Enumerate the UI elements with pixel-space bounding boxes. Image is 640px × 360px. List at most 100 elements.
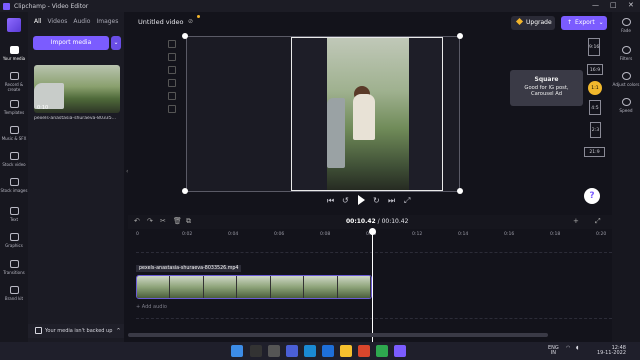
skip-back-icon[interactable]: ⏮ xyxy=(327,196,334,206)
video-clip[interactable] xyxy=(136,275,372,299)
widgets-icon[interactable] xyxy=(286,345,298,357)
prop-fade[interactable]: Fade xyxy=(612,18,640,33)
forward-5s-icon[interactable]: ↻ xyxy=(373,196,380,205)
upgrade-button[interactable]: Upgrade xyxy=(511,16,555,30)
nav-stock-video[interactable]: Stock video xyxy=(0,152,28,167)
start-icon[interactable] xyxy=(231,345,243,357)
tab-all[interactable]: All xyxy=(34,18,41,25)
adjust-colors-icon xyxy=(621,72,631,80)
store-icon[interactable] xyxy=(322,345,334,357)
resize-handle-top-left[interactable] xyxy=(182,33,188,39)
zoom-in-icon[interactable]: + xyxy=(573,217,579,225)
clip-frame xyxy=(337,276,371,298)
ruler-tick: 0:16 xyxy=(504,232,515,237)
cloud-sync-icon[interactable]: ⊘ xyxy=(188,18,193,25)
brand-logo-icon xyxy=(7,18,21,32)
export-button[interactable]: ↑ Export ⌄ xyxy=(561,16,607,30)
nav-record-create[interactable]: Record & create xyxy=(0,72,28,92)
skip-forward-icon[interactable]: ⏭ xyxy=(388,196,395,206)
add-audio-track[interactable]: + Add audio xyxy=(136,304,366,313)
resize-handle-bottom-right[interactable] xyxy=(457,188,463,194)
prop-adjust-colors[interactable]: Adjust colors xyxy=(612,72,640,87)
aspect-4-5[interactable]: 4:5 xyxy=(589,100,601,115)
office-icon[interactable] xyxy=(358,345,370,357)
rotate-tool-icon[interactable] xyxy=(168,79,176,87)
volume-icon[interactable]: ◖ xyxy=(576,346,579,351)
nav-music-sfx[interactable]: Music & SFX xyxy=(0,126,28,141)
window-titlebar: Clipchamp - Video Editor — □ ✕ xyxy=(0,0,640,12)
import-media-button[interactable]: Import media xyxy=(33,36,109,50)
aspect-2-3[interactable]: 2:3 xyxy=(590,122,601,138)
flip-tool-icon[interactable] xyxy=(168,66,176,74)
stock-video-icon xyxy=(9,152,19,160)
clipchamp-logo-icon xyxy=(3,2,10,10)
fit-tool-icon[interactable] xyxy=(168,53,176,61)
delete-icon[interactable]: 🗑 xyxy=(173,217,182,225)
zoom-fit-icon[interactable]: ⤢ xyxy=(595,217,601,226)
clock[interactable]: 12:48 19-11-2022 xyxy=(590,346,626,356)
upload-icon: ↑ xyxy=(567,19,573,26)
language-indicator[interactable]: ENG IN xyxy=(548,346,559,356)
rewind-5s-icon[interactable]: ↺ xyxy=(342,196,349,205)
play-button[interactable] xyxy=(358,195,365,205)
nav-your-media[interactable]: Your media xyxy=(0,46,28,61)
task-view-icon[interactable] xyxy=(268,345,280,357)
ruler-tick: 0:04 xyxy=(228,232,239,237)
text-icon xyxy=(9,207,19,215)
undo-icon[interactable]: ↶ xyxy=(134,217,140,225)
minimize-icon[interactable]: — xyxy=(592,1,599,9)
video-preview[interactable] xyxy=(291,37,443,191)
playhead[interactable] xyxy=(372,230,373,342)
clip-filename: pexels-anastasia-shuraeva-8033526.mp4 xyxy=(136,265,242,272)
nav-brand-kit[interactable]: Brand kit xyxy=(0,286,28,301)
preview-tools xyxy=(168,40,176,118)
crop-tool-icon[interactable] xyxy=(168,40,176,48)
prop-speed[interactable]: Speed xyxy=(612,98,640,113)
collapse-panel-icon[interactable]: ‹ xyxy=(126,168,128,175)
shield-icon xyxy=(35,327,42,334)
search-icon[interactable] xyxy=(250,345,262,357)
close-icon[interactable]: ✕ xyxy=(628,1,634,9)
backup-notice[interactable]: Your media isn't backed up ^ xyxy=(28,324,124,338)
templates-icon xyxy=(9,100,19,108)
ruler-tick: 0:08 xyxy=(320,232,331,237)
person-body-shape xyxy=(353,94,375,140)
split-icon[interactable]: ✂ xyxy=(160,217,166,225)
video-frame xyxy=(327,38,409,190)
media-thumbnail[interactable]: 0:10 xyxy=(34,65,120,113)
import-dropdown-button[interactable]: ⌄ xyxy=(111,36,121,50)
nav-templates[interactable]: Templates xyxy=(0,100,28,115)
help-button[interactable]: ? xyxy=(584,188,600,204)
tab-videos[interactable]: Videos xyxy=(47,18,67,25)
prop-filters[interactable]: Filters xyxy=(612,46,640,61)
aspect-21-9[interactable]: 21:9 xyxy=(584,147,605,157)
nav-transitions[interactable]: Transitions xyxy=(0,260,28,275)
nav-graphics[interactable]: Graphics xyxy=(0,233,28,248)
media-tabs: All Videos Audio Images xyxy=(34,18,118,25)
resize-handle-top-right[interactable] xyxy=(457,33,463,39)
nav-stock-images[interactable]: Stock images xyxy=(0,178,28,193)
duplicate-icon[interactable]: ⧉ xyxy=(186,217,191,226)
nav-text[interactable]: Text xyxy=(0,207,28,222)
fullscreen-icon[interactable]: ⤢ xyxy=(404,196,410,206)
clipchamp-taskbar-icon[interactable] xyxy=(394,345,406,357)
chevron-up-icon[interactable]: ^ xyxy=(116,328,120,334)
aspect-1-1[interactable]: 1:1 xyxy=(588,81,602,95)
timeline-scrollbar[interactable] xyxy=(128,333,548,337)
pip-tool-icon[interactable] xyxy=(168,92,176,100)
aspect-9-16[interactable]: 9:16 xyxy=(588,38,600,56)
resize-handle-bottom-left[interactable] xyxy=(182,188,188,194)
maximize-icon[interactable]: □ xyxy=(610,1,617,9)
edge-icon[interactable] xyxy=(304,345,316,357)
playhead-handle[interactable] xyxy=(369,228,376,235)
tab-images[interactable]: Images xyxy=(96,18,118,25)
wifi-icon[interactable]: ◠ xyxy=(566,346,570,351)
sync-status-dot xyxy=(197,15,200,18)
file-explorer-icon[interactable] xyxy=(340,345,352,357)
tab-audio[interactable]: Audio xyxy=(73,18,90,25)
project-title[interactable]: Untitled video xyxy=(138,18,184,26)
redo-icon[interactable]: ↷ xyxy=(147,217,153,225)
aspect-16-9[interactable]: 16:9 xyxy=(587,64,603,75)
chrome-icon[interactable] xyxy=(376,345,388,357)
pen-tool-icon[interactable] xyxy=(168,105,176,113)
